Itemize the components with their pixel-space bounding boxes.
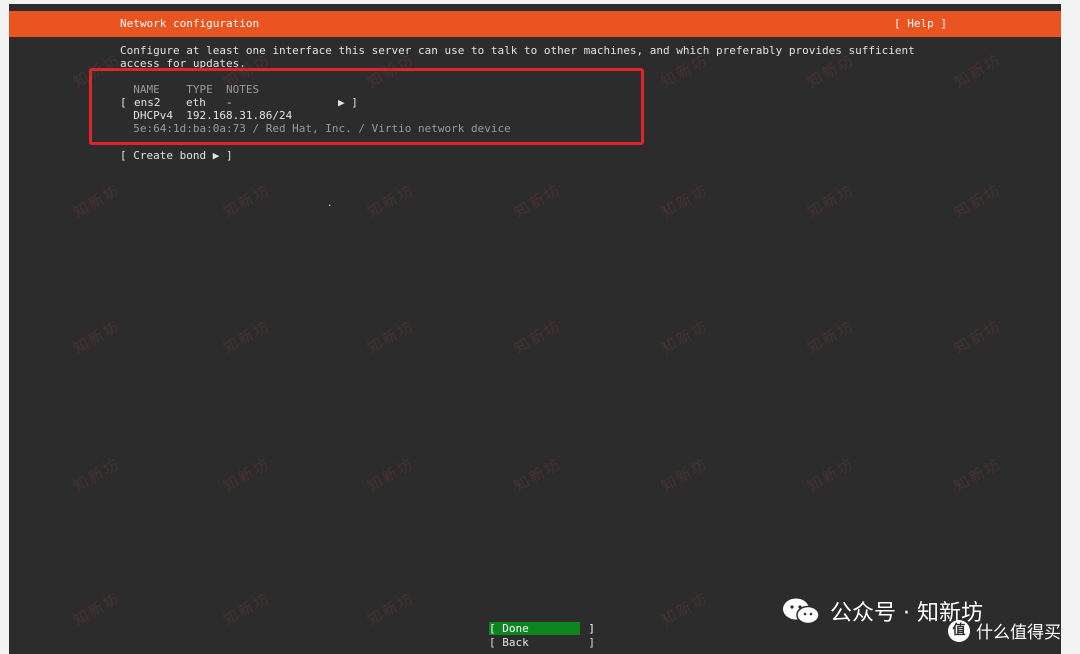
watermark: 知新坊 [658, 454, 712, 496]
watermark: 知新坊 [804, 316, 858, 358]
watermark: 知新坊 [951, 454, 1005, 496]
page-title: Network configuration [120, 17, 260, 30]
dhcp-address: DHCPv4 192.168.31.86/24 [120, 109, 293, 122]
interface-type: eth [186, 96, 206, 109]
watermark: 知新坊 [804, 454, 858, 496]
watermark: 知新坊 [511, 316, 565, 358]
done-button[interactable]: [ Done ] [489, 622, 595, 635]
watermark: 知新坊 [951, 180, 1005, 222]
row-open-bracket: [ [120, 96, 127, 109]
footer-brand-label: 什么值得买 [976, 623, 1061, 643]
watermark: 知新坊 [70, 454, 124, 496]
interface-notes: - [226, 96, 233, 109]
interface-name: ens2 [134, 96, 161, 109]
watermark: 知新坊 [220, 588, 274, 630]
watermark: 知新坊 [658, 588, 712, 630]
interface-menu-arrow[interactable]: ▶ ] [338, 96, 358, 109]
watermark: 知新坊 [364, 180, 418, 222]
watermark: 知新坊 [511, 454, 565, 496]
watermark: 知新坊 [804, 180, 858, 222]
help-button[interactable]: [ Help ] [894, 11, 947, 37]
watermark: 知新坊 [70, 180, 124, 222]
watermark: 知新坊 [70, 316, 124, 358]
back-button[interactable]: [ Back ] [489, 636, 595, 649]
watermark: 知新坊 [658, 316, 712, 358]
zhi-logo-icon: 值 [948, 619, 970, 642]
watermark: 知新坊 [364, 316, 418, 358]
watermark: 知新坊 [658, 180, 712, 222]
header-bar: Network configuration [ Help ] [9, 11, 1061, 37]
watermark: 知新坊 [951, 316, 1005, 358]
watermark: 知新坊 [951, 50, 1005, 92]
watermark: 知新坊 [364, 588, 418, 630]
watermark: 知新坊 [220, 316, 274, 358]
device-info: 5e:64:1d:ba:0a:73 / Red Hat, Inc. / Virt… [120, 122, 511, 135]
smzdm-brand: 值 什么值得买 [948, 618, 1061, 643]
watermark: 知新坊 [364, 454, 418, 496]
create-bond-button[interactable]: [ Create bond ▶ ] [120, 149, 233, 162]
wechat-icon [783, 598, 820, 625]
watermark: 知新坊 [220, 454, 274, 496]
watermark: 知新坊 [70, 588, 124, 630]
watermark: 知新坊 [220, 180, 274, 222]
cursor-dot: . [327, 199, 333, 209]
installer-screen: Network configuration [ Help ] Configure… [9, 4, 1061, 654]
intro-line-1: Configure at least one interface this se… [120, 44, 915, 57]
watermark: 知新坊 [511, 180, 565, 222]
table-header: NAME TYPE NOTES [120, 83, 260, 96]
